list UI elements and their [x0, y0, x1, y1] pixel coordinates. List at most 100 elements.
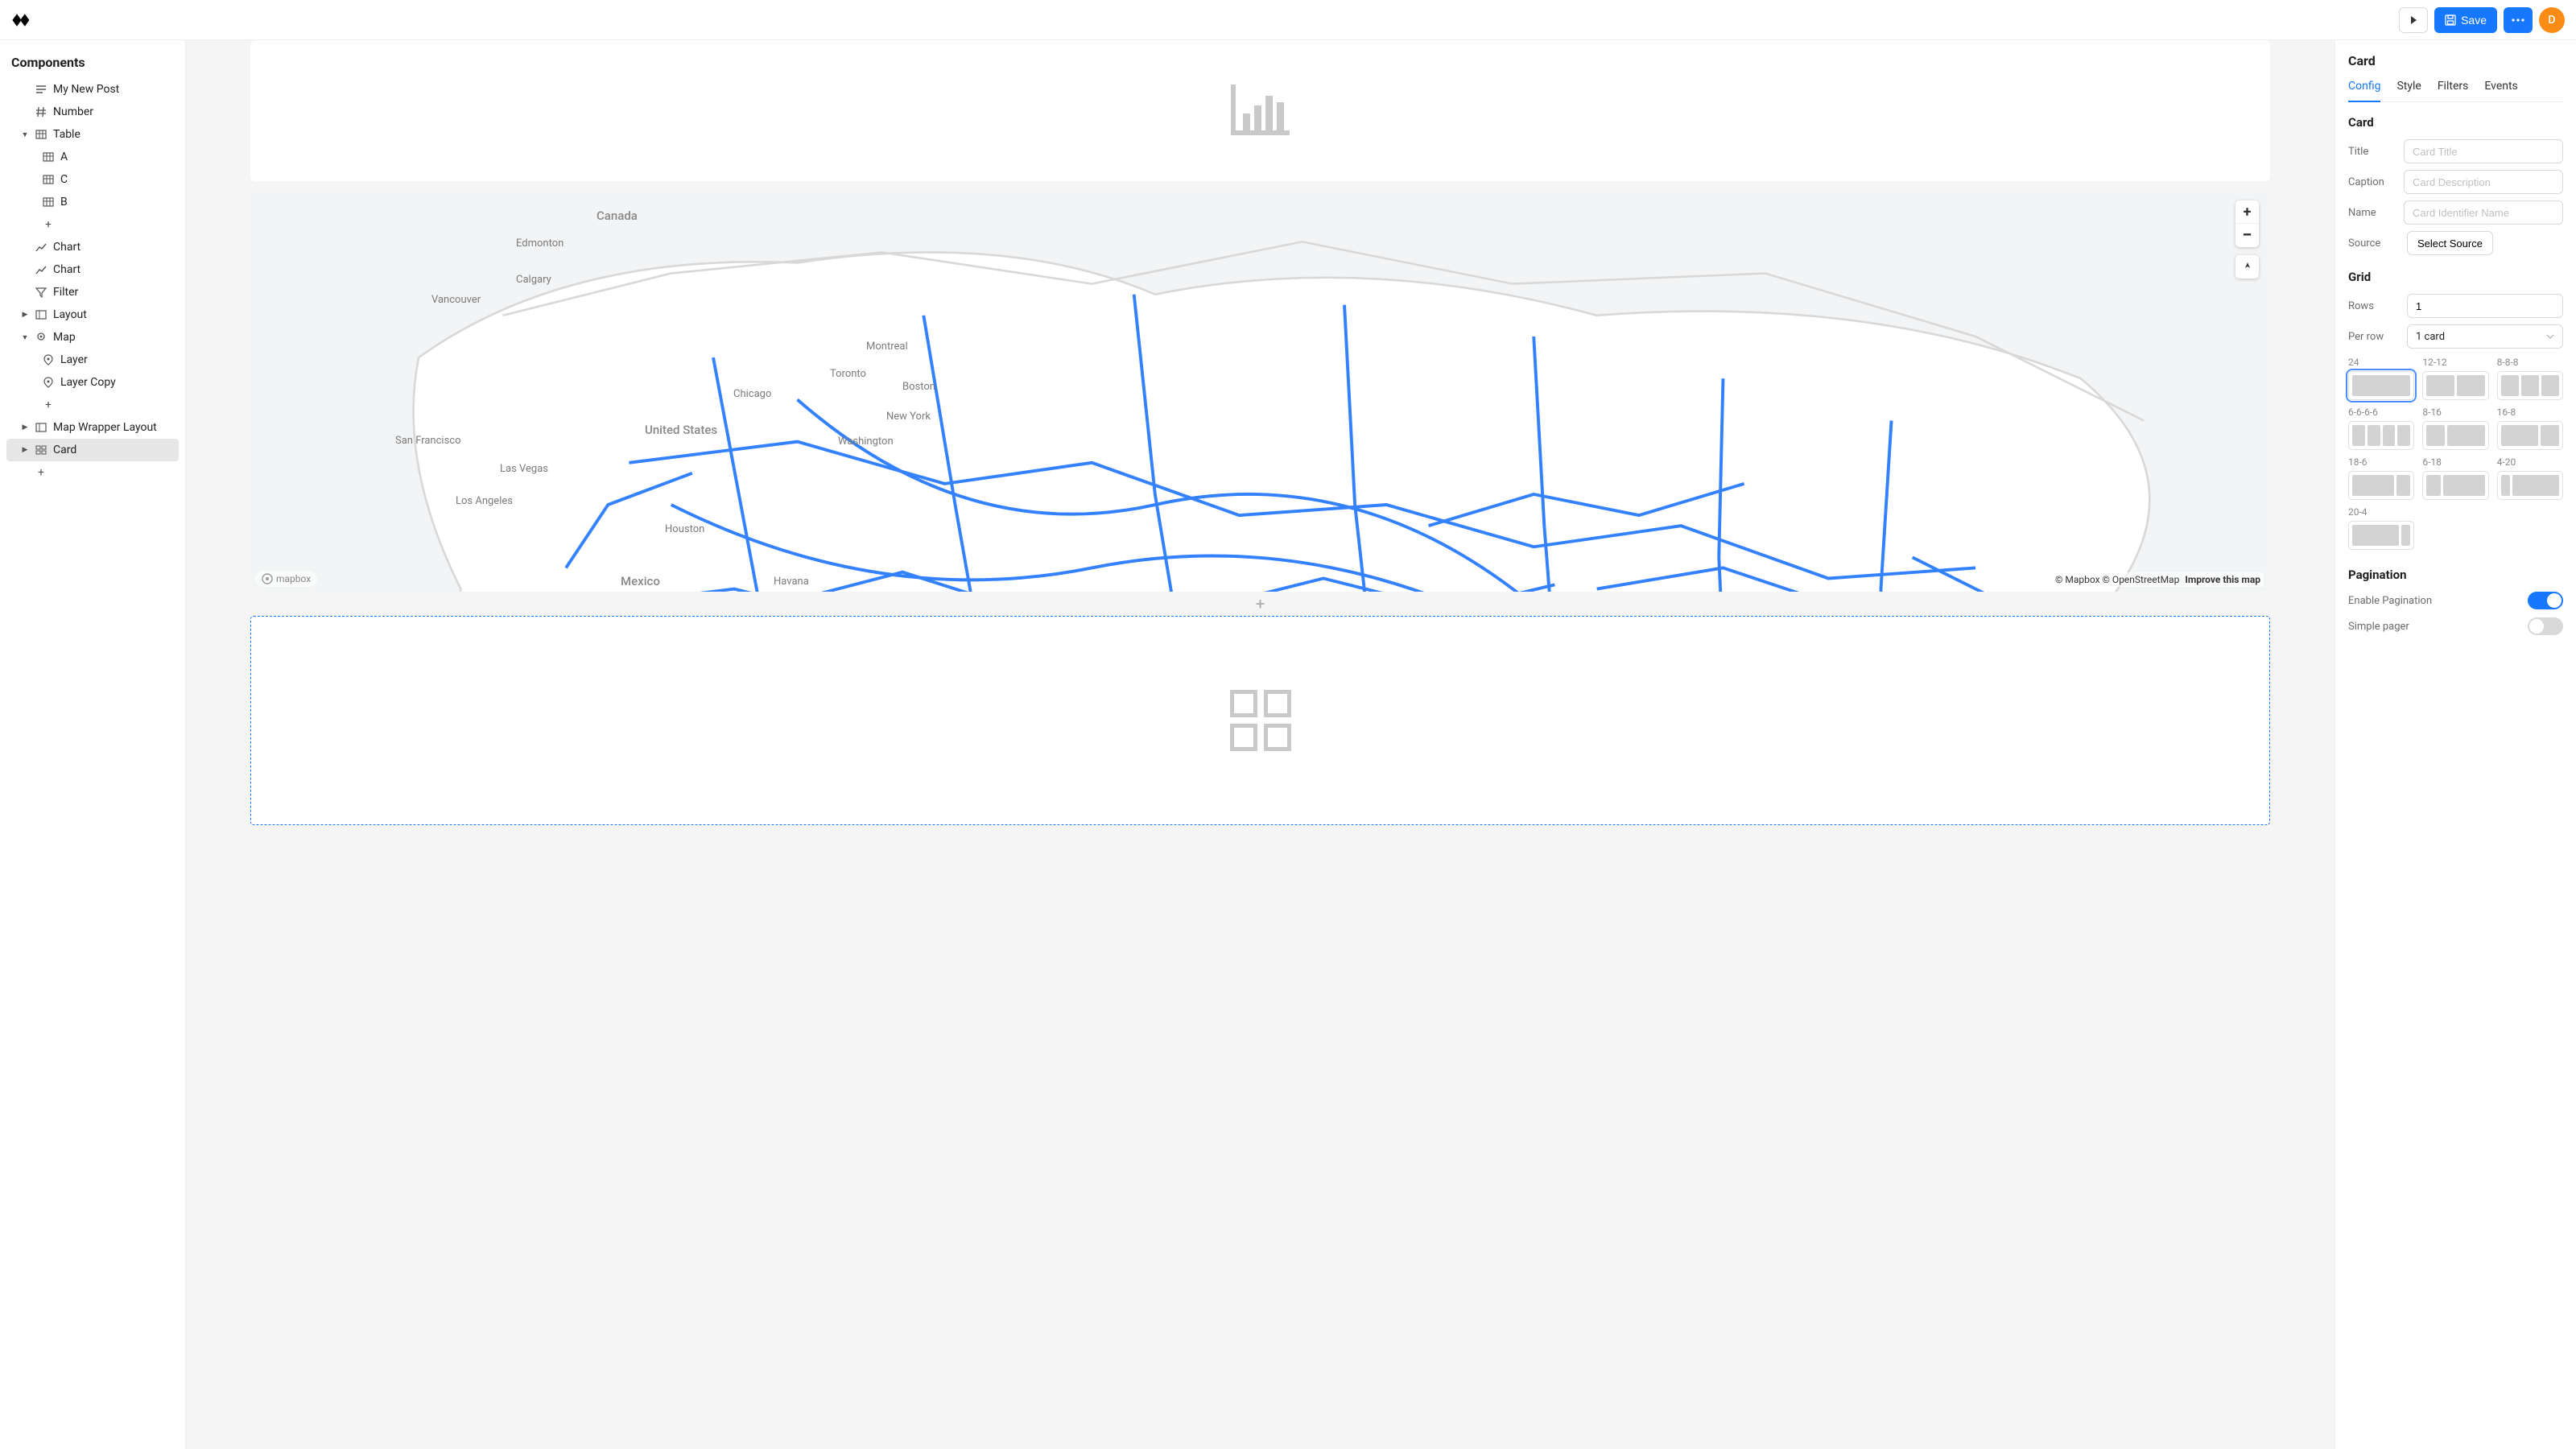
layout-preview[interactable]	[2348, 521, 2414, 550]
tree-item-chart[interactable]: Chart	[6, 258, 179, 281]
tree-item-b[interactable]: B	[6, 191, 179, 213]
more-button[interactable]	[2504, 7, 2533, 33]
tree-item-c[interactable]: C	[6, 168, 179, 191]
zoom-in-button[interactable]: +	[2235, 200, 2259, 224]
layout-option-label: 6-6-6-6	[2348, 407, 2414, 418]
layout-preview[interactable]	[2348, 471, 2414, 500]
layout-option-16-8[interactable]: 16-8	[2497, 407, 2563, 450]
layout-option-label: 8-16	[2422, 407, 2488, 418]
name-input[interactable]	[2404, 200, 2563, 225]
save-label: Save	[2461, 14, 2487, 27]
text-icon	[35, 83, 47, 96]
tab-config[interactable]: Config	[2348, 80, 2380, 102]
layout-option-label: 12-12	[2422, 357, 2488, 368]
add-component-button[interactable]: +	[250, 592, 2270, 616]
tree-item-map[interactable]: ▼Map	[6, 326, 179, 349]
layout-options-grid: 24 12-12 8-8-8 6-6-6-6 8-16 16-8 18-6 6-184-20 2…	[2348, 357, 2563, 550]
tree-item-layer[interactable]: Layer	[6, 349, 179, 371]
tree-item-my-new-post[interactable]: My New Post	[6, 78, 179, 101]
enable-pagination-label: Enable Pagination	[2348, 595, 2432, 607]
layout-option-8-8-8[interactable]: 8-8-8	[2497, 357, 2563, 400]
card-icon	[35, 444, 47, 456]
layout-preview[interactable]	[2497, 471, 2563, 500]
properties-tabs: Config Style Filters Events	[2348, 80, 2563, 102]
plus-icon: +	[42, 218, 55, 231]
select-source-button[interactable]: Select Source	[2407, 231, 2493, 255]
chart-placeholder-icon	[1228, 81, 1293, 141]
map-panel[interactable]: Canada Edmonton Calgary Vancouver United…	[250, 189, 2270, 592]
chart-placeholder-panel[interactable]	[250, 40, 2270, 181]
title-input[interactable]	[2404, 139, 2563, 163]
layout-option-4-20[interactable]: 4-20	[2497, 456, 2563, 500]
rows-input[interactable]	[2407, 294, 2563, 318]
tree-item-card[interactable]: ▶Card	[6, 439, 179, 461]
caret-down-icon: ▼	[21, 130, 29, 139]
layout-preview[interactable]	[2497, 421, 2563, 450]
tree-item-map-wrapper-layout[interactable]: ▶Map Wrapper Layout	[6, 416, 179, 439]
improve-map-link[interactable]: Improve this map	[2185, 574, 2260, 585]
tab-events[interactable]: Events	[2484, 80, 2517, 101]
layout-icon	[35, 421, 47, 434]
tree-item-chart[interactable]: Chart	[6, 236, 179, 258]
layout-option-6-6-6-6[interactable]: 6-6-6-6	[2348, 407, 2414, 450]
tree-item-layout[interactable]: ▶Layout	[6, 303, 179, 326]
canvas[interactable]: Canada Edmonton Calgary Vancouver United…	[186, 40, 2334, 1449]
layout-option-20-4[interactable]: 20-4	[2348, 506, 2414, 550]
tree-item-label: Map Wrapper Layout	[53, 421, 157, 434]
simple-pager-switch[interactable]	[2528, 617, 2563, 635]
play-icon	[2409, 15, 2418, 25]
zoom-out-button[interactable]: −	[2235, 224, 2259, 247]
play-button[interactable]	[2399, 7, 2428, 33]
layout-preview[interactable]	[2348, 371, 2414, 400]
map-svg	[250, 189, 2270, 592]
topbar: Save D	[0, 0, 2576, 40]
layout-option-6-18[interactable]: 6-18	[2422, 456, 2488, 500]
tree-item-table[interactable]: ▼ Table	[6, 123, 179, 146]
tree-item-number[interactable]: Number	[6, 101, 179, 123]
tree-item-+[interactable]: +	[6, 213, 179, 236]
tree-item-label: A	[60, 151, 68, 163]
tree-item-layer-copy[interactable]: Layer Copy	[6, 371, 179, 394]
rows-label: Rows	[2348, 300, 2407, 312]
tree-item-filter[interactable]: Filter	[6, 281, 179, 303]
enable-pagination-switch[interactable]	[2528, 592, 2563, 609]
layout-preview[interactable]	[2422, 421, 2488, 450]
layout-option-label: 8-8-8	[2497, 357, 2563, 368]
sidebar-title: Components	[6, 52, 179, 78]
layout-option-8-16[interactable]: 8-16	[2422, 407, 2488, 450]
card-placeholder-panel[interactable]	[250, 616, 2270, 825]
tree-item-label: Card	[53, 444, 76, 456]
tab-filters[interactable]: Filters	[2438, 80, 2469, 101]
tree-item-label: B	[60, 196, 68, 208]
source-label: Source	[2348, 237, 2407, 250]
layout-preview[interactable]	[2497, 371, 2563, 400]
app-logo[interactable]	[11, 12, 34, 28]
chart-icon	[35, 263, 47, 276]
save-icon	[2445, 14, 2456, 26]
tab-style[interactable]: Style	[2396, 80, 2421, 101]
per-row-select[interactable]: 1 card	[2407, 324, 2563, 349]
save-button[interactable]: Save	[2434, 7, 2497, 33]
tree-item-label: Layout	[53, 308, 87, 321]
layout-option-24[interactable]: 24	[2348, 357, 2414, 400]
tree-item-label: Table	[53, 128, 80, 141]
tree-item-+[interactable]: +	[6, 394, 179, 416]
caption-input[interactable]	[2404, 170, 2563, 194]
layout-preview[interactable]	[2422, 371, 2488, 400]
layout-option-12-12[interactable]: 12-12	[2422, 357, 2488, 400]
layout-option-18-6[interactable]: 18-6	[2348, 456, 2414, 500]
layout-option-label: 18-6	[2348, 456, 2414, 468]
grid-section-title: Grid	[2348, 270, 2563, 284]
card-section-title: Card	[2348, 115, 2563, 130]
avatar[interactable]: D	[2539, 7, 2565, 33]
tree-item-a[interactable]: A	[6, 146, 179, 168]
layout-preview[interactable]	[2348, 421, 2414, 450]
tree-item-+[interactable]: +	[6, 461, 179, 484]
map-attribution: © Mapbox © OpenStreetMap Improve this ma…	[2052, 572, 2264, 587]
tree-item-label: Chart	[53, 241, 80, 254]
properties-title: Card	[2348, 53, 2563, 68]
mapbox-logo[interactable]: mapbox	[255, 571, 317, 587]
layout-preview[interactable]	[2422, 471, 2488, 500]
compass-button[interactable]	[2235, 255, 2259, 279]
layout-option-label: 20-4	[2348, 506, 2414, 518]
